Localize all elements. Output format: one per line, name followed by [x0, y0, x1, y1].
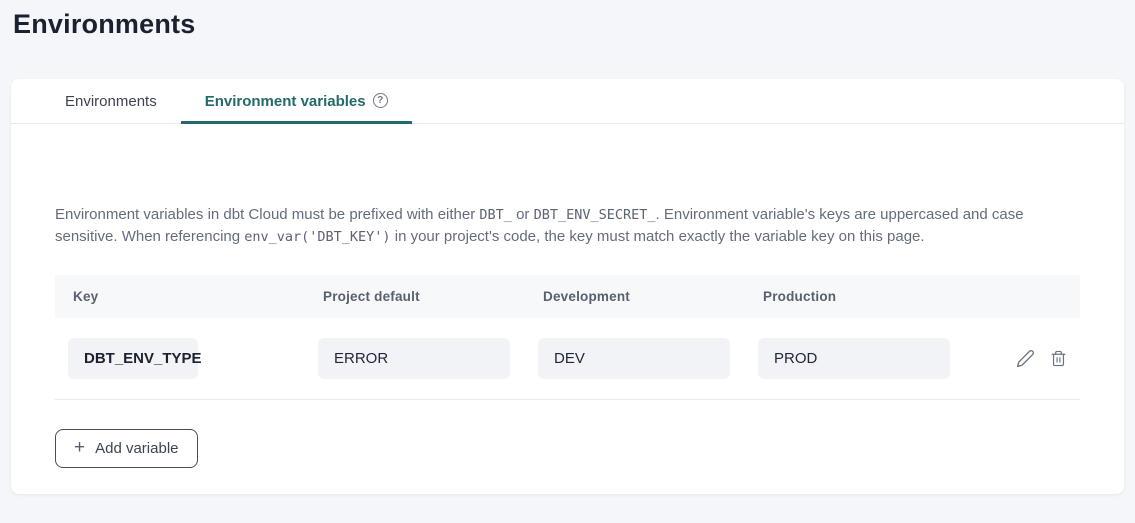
table-header-row: Key Project default Development Producti… — [55, 275, 1080, 318]
tab-bar: Environments Environment variables ? — [11, 79, 1124, 124]
description-text: in your project's code, the key must mat… — [391, 228, 925, 245]
table-row: DBT_ENV_TYPE ERROR DEV PROD — [55, 318, 1080, 400]
production-value: PROD — [758, 338, 950, 379]
plus-icon: + — [74, 438, 85, 457]
help-icon[interactable]: ? — [373, 93, 388, 108]
env-var-description: Environment variables in dbt Cloud must … — [55, 204, 1080, 248]
tab-environments-label: Environments — [65, 93, 157, 110]
tab-environment-variables[interactable]: Environment variables ? — [181, 79, 412, 124]
code-dbt-env-secret-prefix: DBT_ENV_SECRET_ — [534, 207, 656, 223]
tab-environment-variables-label: Environment variables — [205, 93, 366, 110]
add-variable-label: Add variable — [95, 440, 178, 457]
code-dbt-prefix: DBT_ — [479, 207, 512, 223]
trash-icon — [1050, 349, 1067, 368]
column-header-project-default: Project default — [323, 289, 543, 304]
column-header-production: Production — [763, 289, 1080, 304]
description-text: Environment variables in dbt Cloud must … — [55, 206, 479, 223]
delete-variable-button[interactable] — [1050, 349, 1067, 368]
column-header-key: Key — [73, 289, 323, 304]
code-env-var-example: env_var('DBT_KEY') — [244, 229, 390, 245]
page-title: Environments — [13, 9, 1135, 40]
variable-key-value: DBT_ENV_TYPE — [68, 338, 198, 379]
environment-variables-table: Key Project default Development Producti… — [55, 275, 1080, 400]
development-value: DEV — [538, 338, 730, 379]
environments-card: Environments Environment variables ? Env… — [11, 79, 1124, 494]
edit-variable-button[interactable] — [1016, 349, 1035, 368]
add-variable-button[interactable]: + Add variable — [55, 429, 198, 468]
pencil-icon — [1016, 349, 1035, 368]
tab-environments[interactable]: Environments — [41, 79, 181, 124]
project-default-value: ERROR — [318, 338, 510, 379]
description-text: or — [512, 206, 534, 223]
column-header-development: Development — [543, 289, 763, 304]
row-actions — [1010, 349, 1080, 368]
